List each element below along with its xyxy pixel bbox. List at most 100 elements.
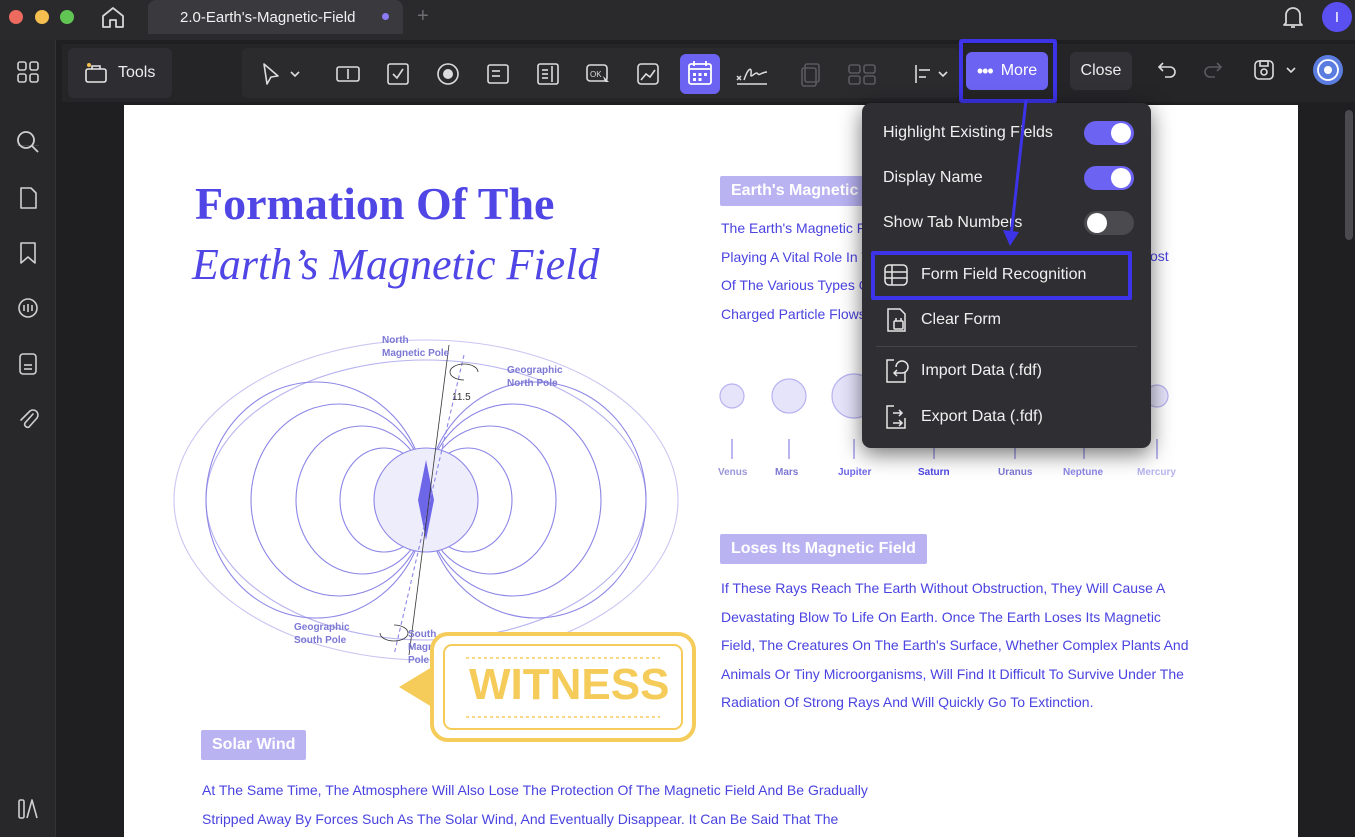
section1-line: Playing A Vital Role In T <box>721 248 870 265</box>
avatar[interactable]: I <box>1322 2 1352 32</box>
clear-form-icon <box>887 308 906 332</box>
menu-item-import-data[interactable]: Import Data (.fdf) <box>862 349 1151 393</box>
planet-label-uranus: Uranus <box>998 467 1033 478</box>
align-chevron-down-icon[interactable] <box>936 60 950 88</box>
section3-body: At The Same Time, The Atmosphere Will Al… <box>202 776 868 833</box>
ai-assistant-icon[interactable] <box>1312 54 1344 86</box>
highlight-fields-toggle[interactable] <box>1084 121 1134 145</box>
display-name-toggle[interactable] <box>1084 166 1134 190</box>
scrollbar-thumb[interactable] <box>1345 110 1353 240</box>
select-pointer-icon[interactable] <box>256 60 284 88</box>
planet-label-venus: Venus <box>718 467 748 478</box>
unsaved-dot-icon <box>382 13 389 20</box>
radio-button-icon[interactable] <box>434 60 462 88</box>
button-ok-icon[interactable]: OK <box>584 60 612 88</box>
left-sidebar <box>0 40 56 837</box>
section-heading-solar-wind: Solar Wind <box>201 730 307 760</box>
window-close-button[interactable] <box>9 10 23 24</box>
planet-label-saturn: Saturn <box>918 467 950 478</box>
checkbox-icon[interactable] <box>384 60 412 88</box>
document-tab[interactable]: 2.0-Earth's-Magnetic-Field <box>148 0 403 34</box>
signature-icon[interactable] <box>734 60 770 88</box>
section2-line: Field, The Creatures On The Earth's Surf… <box>721 637 1189 653</box>
section1-body: The Earth's Magnetic Fi Playing A Vital … <box>721 214 870 328</box>
geo-north-line-2: North Pole <box>507 378 558 389</box>
search-icon[interactable] <box>15 129 41 155</box>
attachments-page-icon[interactable] <box>15 351 41 377</box>
magnetic-field-diagram <box>173 339 679 661</box>
align-left-icon[interactable] <box>910 60 938 88</box>
section1-line: Charged Particle Flows. <box>721 305 870 322</box>
geo-south-line-2: South Pole <box>294 635 347 646</box>
date-field-button[interactable] <box>680 54 720 94</box>
text-field-icon[interactable] <box>334 60 362 88</box>
menu-item-label: Import Data (.fdf) <box>921 362 1042 379</box>
comment-icon[interactable] <box>15 296 41 322</box>
section2-line: Animals Or Tiny Microorganisms, Will Fin… <box>721 665 1184 682</box>
menu-item-label: Clear Form <box>921 311 1002 328</box>
top-toolbar: Tools OK ••• More Close <box>62 39 1355 103</box>
undo-icon[interactable] <box>1155 58 1179 82</box>
section3-line: Stripped Away By Forces Such As The Sola… <box>202 810 839 827</box>
save-chevron-down-icon[interactable] <box>1284 58 1298 82</box>
north-magnetic-pole-label: North Magnetic Pole <box>382 334 449 360</box>
title-bar: 2.0-Earth's-Magnetic-Field + I <box>0 0 1355 40</box>
tools-button[interactable]: Tools <box>68 48 172 98</box>
duplicate-fields-icon <box>801 63 820 87</box>
north-magnetic-line-2: Magnetic Pole <box>382 348 450 359</box>
section-heading-loses-magnetic-field: Loses Its Magnetic Field <box>720 534 927 564</box>
section3-line: At The Same Time, The Atmosphere Will Al… <box>202 782 868 798</box>
new-tab-icon[interactable]: + <box>417 5 429 28</box>
save-icon[interactable] <box>1252 58 1276 82</box>
tools-label: Tools <box>118 64 156 81</box>
toggle-knob <box>1111 123 1131 143</box>
show-tab-numbers-toggle[interactable] <box>1084 211 1134 235</box>
section2-body: If These Rays Reach The Earth Without Ob… <box>721 574 1189 717</box>
menu-item-export-data[interactable]: Export Data (.fdf) <box>862 395 1151 439</box>
section1-line: The Earth's Magnetic Fi <box>721 220 869 236</box>
geographic-north-pole-label: Geographic North Pole <box>507 364 563 390</box>
menu-toggle-label: Highlight Existing Fields <box>883 124 1053 141</box>
geo-north-line-1: Geographic <box>507 365 563 376</box>
import-data-icon <box>886 359 909 383</box>
redo-icon[interactable] <box>1201 58 1225 82</box>
list-box-icon[interactable] <box>534 60 562 88</box>
panel-layout-icon[interactable] <box>15 796 41 822</box>
form-field-recognition-highlight <box>871 251 1132 300</box>
image-field-icon[interactable] <box>634 60 662 88</box>
geo-south-line-1: Geographic <box>294 622 350 633</box>
close-form-button[interactable]: Close <box>1070 52 1132 90</box>
window-zoom-button[interactable] <box>60 10 74 24</box>
section2-line: If These Rays Reach The Earth Without Ob… <box>721 580 1166 596</box>
toggle-knob <box>1087 213 1107 233</box>
menu-toggle-highlight-existing-fields[interactable]: Highlight Existing Fields <box>862 111 1151 155</box>
section1-line: Of The Various Types O <box>721 277 870 293</box>
menu-toggle-show-tab-numbers[interactable]: Show Tab Numbers <box>862 201 1151 245</box>
toolbox-icon <box>85 63 107 83</box>
doc-title-line-1: Formation Of The <box>195 178 555 229</box>
window-minimize-button[interactable] <box>35 10 49 24</box>
planet-label-jupiter: Jupiter <box>838 467 872 478</box>
menu-item-clear-form[interactable]: Clear Form <box>862 298 1151 342</box>
north-magnetic-line-1: North <box>382 335 409 346</box>
toggle-knob <box>1111 168 1131 188</box>
export-data-icon <box>886 405 906 429</box>
doc-title-line-2: Earth’s Magnetic Field <box>192 240 600 289</box>
page-icon[interactable] <box>15 185 41 211</box>
menu-toggle-label: Show Tab Numbers <box>883 214 1023 231</box>
home-icon[interactable] <box>100 5 126 29</box>
avatar-letter: I <box>1334 8 1340 26</box>
planet-label-mercury: Mercury <box>1137 467 1176 478</box>
combo-box-icon[interactable] <box>484 60 512 88</box>
menu-toggle-display-name[interactable]: Display Name <box>862 156 1151 200</box>
thumbnails-grid-icon[interactable] <box>15 59 41 85</box>
bookmark-icon[interactable] <box>15 240 41 266</box>
section2-line: Devastating Blow To Life On Earth. Once … <box>721 608 1161 625</box>
calendar-icon <box>688 61 712 85</box>
chevron-down-icon[interactable] <box>288 60 302 88</box>
paperclip-icon[interactable] <box>15 406 41 432</box>
planet-label-mars: Mars <box>775 467 799 478</box>
bell-icon[interactable] <box>1281 4 1305 30</box>
svg-text:OK: OK <box>590 70 602 79</box>
document-tab-title: 2.0-Earth's-Magnetic-Field <box>180 8 356 26</box>
